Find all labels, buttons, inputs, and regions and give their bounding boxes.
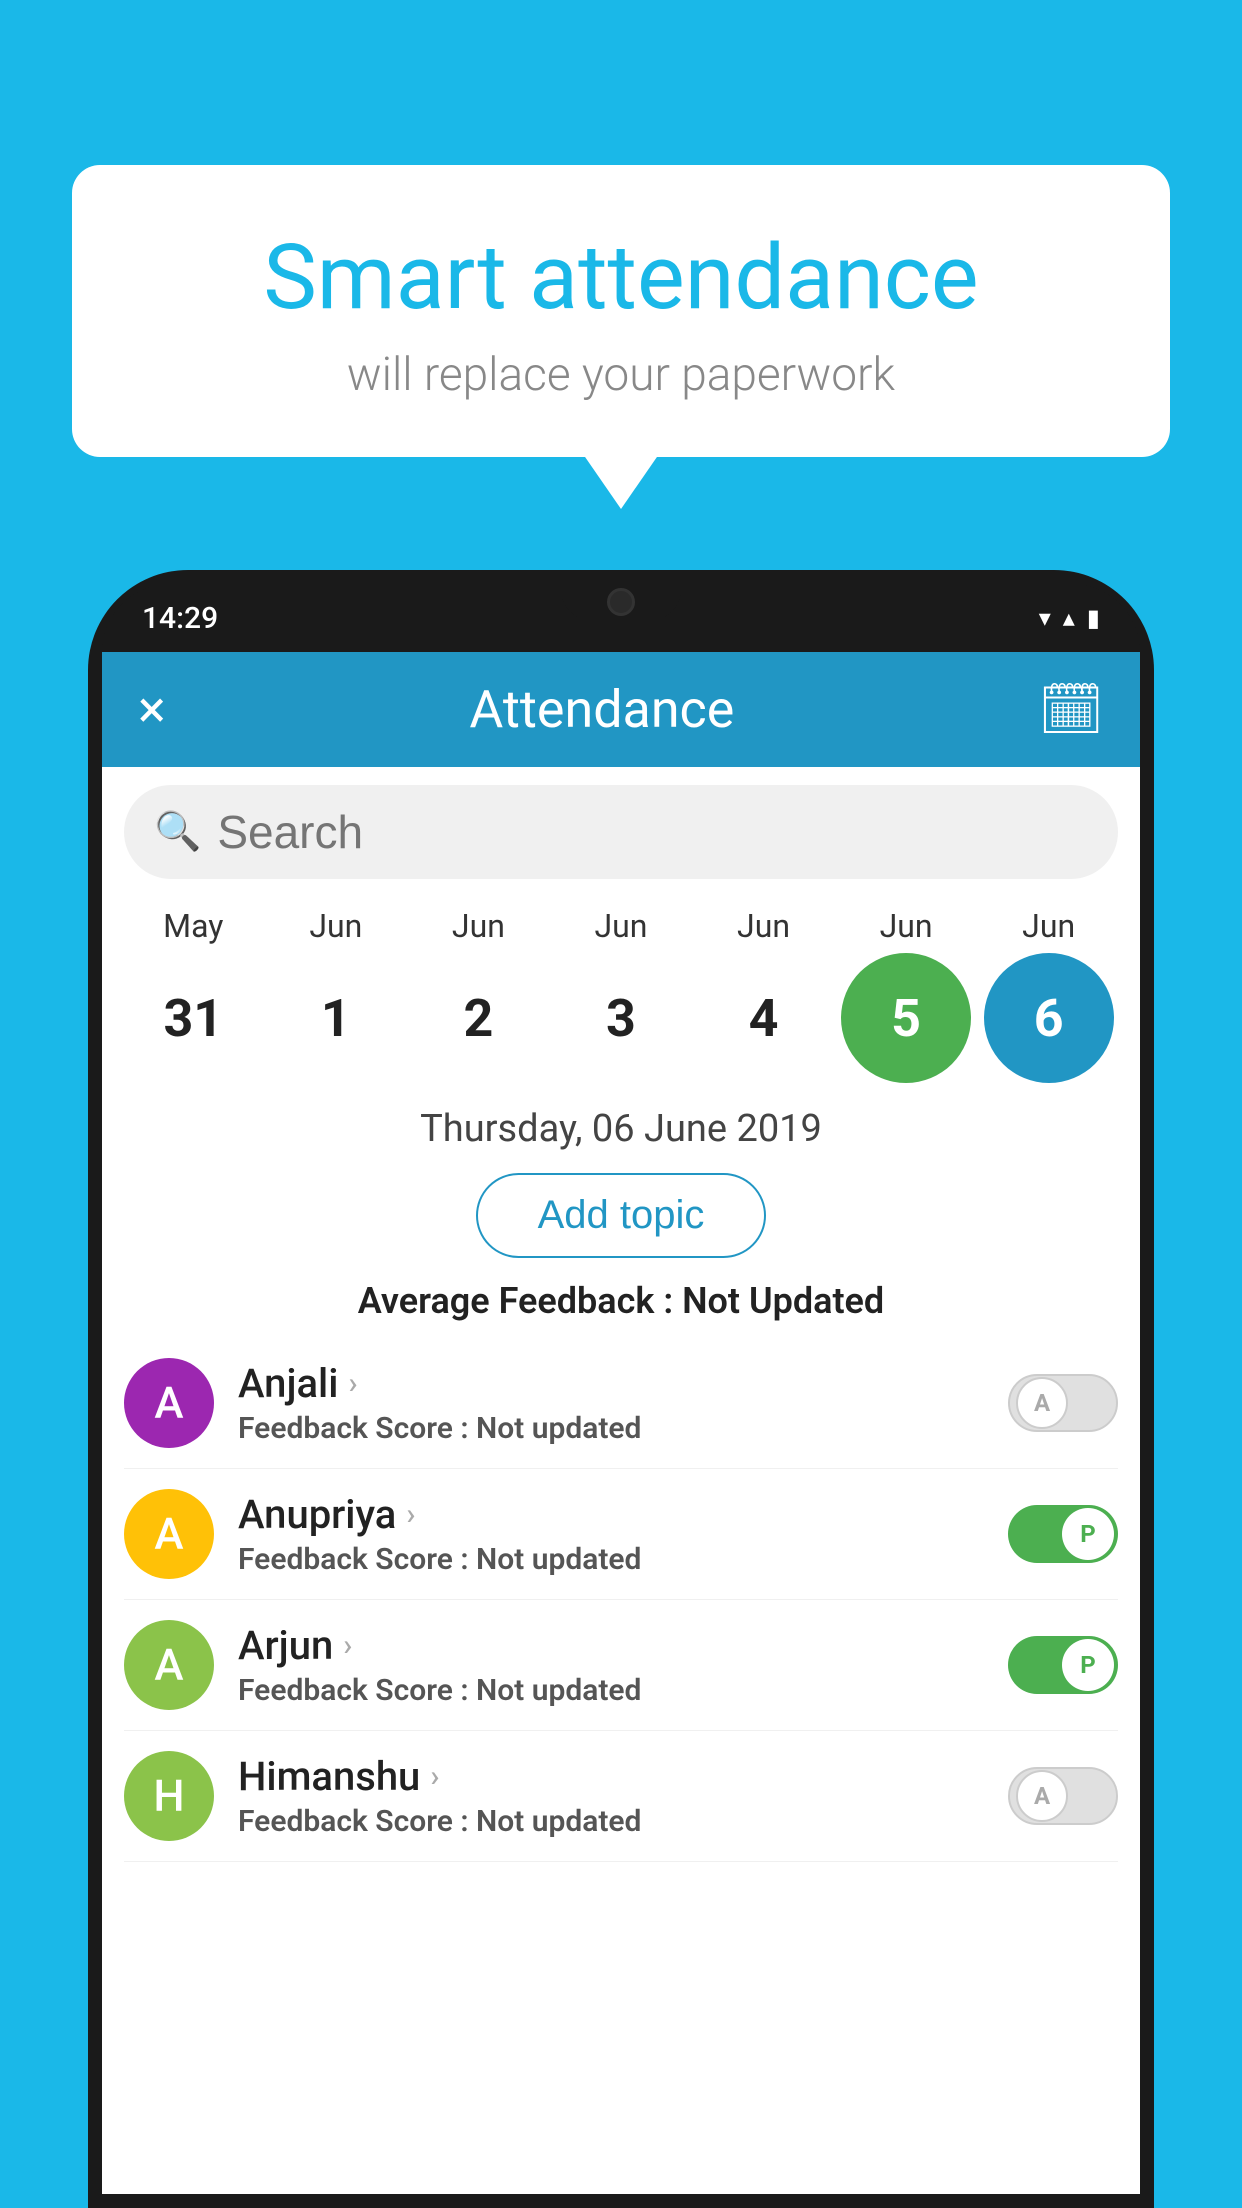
bubble-title: Smart attendance [122,225,1120,330]
status-time: 14:29 [142,601,218,636]
student-item-anupriya[interactable]: A Anupriya › Feedback Score : Not update… [124,1469,1118,1600]
app-bar-title: Attendance [196,679,1008,740]
cal-month-6: Jun [984,907,1114,945]
avatar-himanshu: H [124,1751,214,1841]
cal-day-4[interactable]: 4 [699,953,829,1083]
cal-day-3[interactable]: 3 [556,953,686,1083]
calendar-strip: May Jun Jun Jun Jun Jun Jun 31 1 2 3 4 5… [102,897,1140,1091]
avatar-arjun: A [124,1620,214,1710]
wifi-icon: ▾ [1039,604,1051,632]
avg-feedback: Average Feedback : Not Updated [102,1274,1140,1338]
student-name-anupriya: Anupriya › [238,1491,984,1538]
cal-day-31[interactable]: 31 [128,953,258,1083]
cal-day-2[interactable]: 2 [413,953,543,1083]
toggle-arjun[interactable]: P [1008,1636,1118,1694]
toggle-himanshu[interactable]: A [1008,1767,1118,1825]
cal-day-1[interactable]: 1 [271,953,401,1083]
student-item-anjali[interactable]: A Anjali › Feedback Score : Not updated … [124,1338,1118,1469]
cal-month-0: May [128,907,258,945]
chevron-icon: › [343,1628,352,1663]
student-info-himanshu: Himanshu › Feedback Score : Not updated [238,1753,984,1839]
camera [607,588,635,616]
search-bar[interactable]: 🔍 [124,785,1118,879]
signal-icon: ▴ [1063,604,1075,632]
student-name-himanshu: Himanshu › [238,1753,984,1800]
avg-feedback-label: Average Feedback : [358,1280,673,1322]
feedback-score-himanshu: Feedback Score : Not updated [238,1804,984,1839]
cal-month-3: Jun [556,907,686,945]
app-bar: × Attendance 🗓 [102,652,1140,767]
chevron-icon: › [430,1759,439,1794]
cal-month-4: Jun [699,907,829,945]
student-item-himanshu[interactable]: H Himanshu › Feedback Score : Not update… [124,1731,1118,1862]
cal-month-1: Jun [271,907,401,945]
cal-month-5: Jun [841,907,971,945]
student-info-anupriya: Anupriya › Feedback Score : Not updated [238,1491,984,1577]
calendar-days: 31 1 2 3 4 5 6 [118,945,1124,1091]
avatar-anupriya: A [124,1489,214,1579]
toggle-thumb-anjali: A [1016,1377,1068,1429]
avatar-anjali: A [124,1358,214,1448]
speech-bubble: Smart attendance will replace your paper… [72,165,1170,457]
search-input[interactable] [217,805,1088,859]
feedback-score-anjali: Feedback Score : Not updated [238,1411,984,1446]
phone-screen: × Attendance 🗓 🔍 May Jun Jun Jun Jun Jun… [102,652,1140,2194]
notch [561,584,681,620]
toggle-thumb-arjun: P [1062,1639,1114,1691]
feedback-score-anupriya: Feedback Score : Not updated [238,1542,984,1577]
chevron-icon: › [348,1366,357,1401]
toggle-thumb-himanshu: A [1016,1770,1068,1822]
close-icon[interactable]: × [138,679,166,740]
student-list: A Anjali › Feedback Score : Not updated … [102,1338,1140,1862]
status-icons: ▾ ▴ ▮ [1039,604,1100,632]
toggle-anjali[interactable]: A [1008,1374,1118,1432]
feedback-score-arjun: Feedback Score : Not updated [238,1673,984,1708]
add-topic-button[interactable]: Add topic [476,1173,767,1258]
selected-date-label: Thursday, 06 June 2019 [102,1091,1140,1157]
cal-day-5[interactable]: 5 [841,953,971,1083]
calendar-months: May Jun Jun Jun Jun Jun Jun [118,907,1124,945]
bubble-subtitle: will replace your paperwork [122,348,1120,402]
student-name-arjun: Arjun › [238,1622,984,1669]
calendar-icon[interactable]: 🗓 [1038,679,1104,740]
battery-icon: ▮ [1087,604,1100,632]
cal-month-2: Jun [413,907,543,945]
phone-frame: 14:29 ▾ ▴ ▮ × Attendance 🗓 🔍 May Jun J [88,570,1154,2208]
cal-day-6[interactable]: 6 [984,953,1114,1083]
student-info-arjun: Arjun › Feedback Score : Not updated [238,1622,984,1708]
search-icon: 🔍 [154,810,201,854]
chevron-icon: › [406,1497,415,1532]
avg-feedback-value: Not Updated [682,1280,884,1322]
toggle-anupriya[interactable]: P [1008,1505,1118,1563]
student-item-arjun[interactable]: A Arjun › Feedback Score : Not updated P [124,1600,1118,1731]
student-info-anjali: Anjali › Feedback Score : Not updated [238,1360,984,1446]
toggle-thumb-anupriya: P [1062,1508,1114,1560]
status-bar: 14:29 ▾ ▴ ▮ [102,584,1140,652]
student-name-anjali: Anjali › [238,1360,984,1407]
